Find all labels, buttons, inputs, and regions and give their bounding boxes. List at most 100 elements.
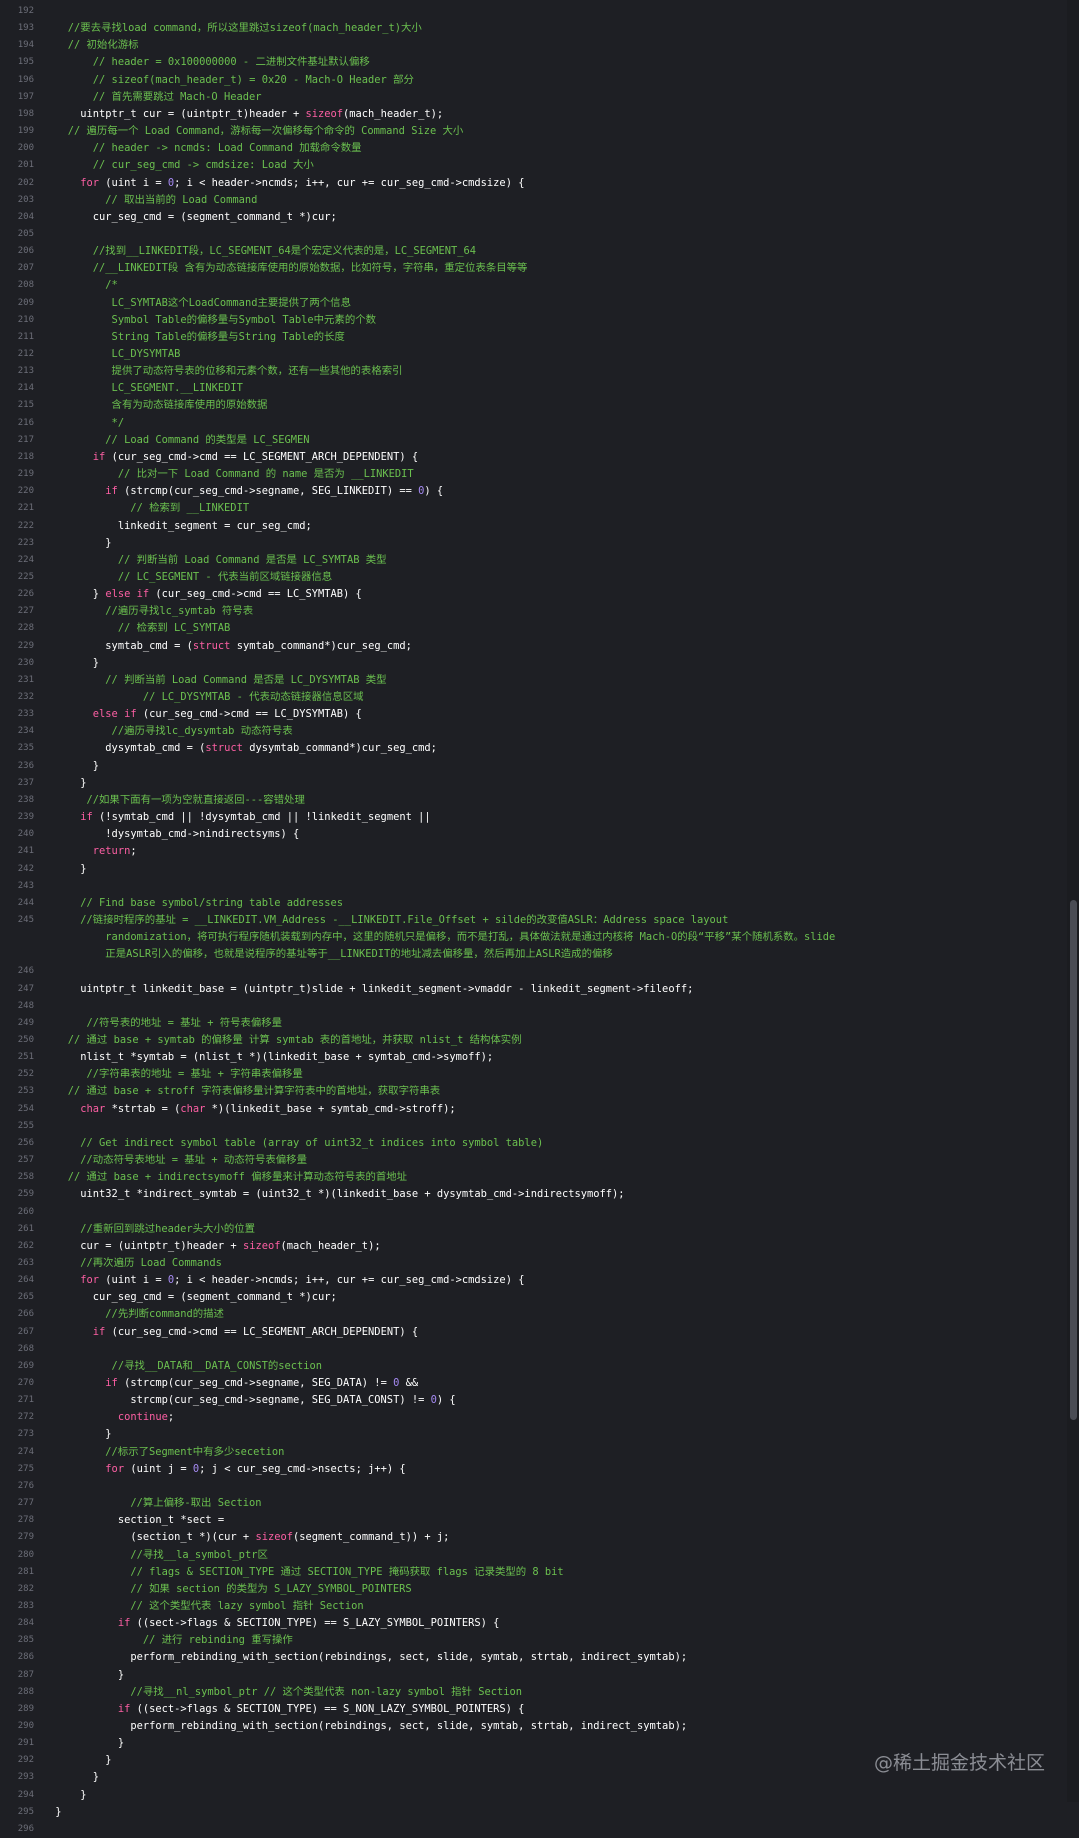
code-line: 272 continue; <box>0 1409 1066 1426</box>
line-number: 209 <box>17 297 34 308</box>
line-number: 281 <box>17 1566 34 1577</box>
code-token: if <box>49 450 106 463</box>
code-text: 提供了动态符号表的位移和元素个数，还有一些其他的表格索引 <box>49 363 403 380</box>
code-token: if <box>49 1702 131 1715</box>
line-number: 262 <box>17 1240 34 1251</box>
code-text: // 通过 base + symtab 的偏移量 计算 symtab 表的首地址… <box>49 1032 522 1049</box>
code-token: } <box>49 862 87 875</box>
code-line: 284 if ((sect->flags & SECTION_TYPE) == … <box>0 1615 1066 1632</box>
line-number: 227 <box>17 606 34 617</box>
code-text: // LC_SEGMENT - 代表当前区域链接器信息 <box>49 569 332 586</box>
line-number: 235 <box>17 743 34 754</box>
code-text: // 进行 rebinding 重写操作 <box>49 1632 293 1649</box>
code-token: uintptr_t linkedit_base = (uintptr_t)sli… <box>49 982 694 995</box>
code-text: symtab_cmd = (struct symtab_command*)cur… <box>49 638 412 655</box>
code-line: 285 // 进行 rebinding 重写操作 <box>0 1632 1066 1649</box>
line-number: 290 <box>17 1721 34 1731</box>
line-number: 256 <box>17 1137 34 1148</box>
line-number: 205 <box>17 228 34 239</box>
line-number: 200 <box>17 143 34 154</box>
line-number: 267 <box>17 1326 34 1337</box>
scrollbar-thumb[interactable] <box>1070 900 1077 1420</box>
code-token: //符号表的地址 = 基址 + 符号表偏移量 <box>49 1016 283 1029</box>
code-token: // flags & SECTION_TYPE 通过 SECTION_TYPE … <box>49 1565 564 1578</box>
code-token: } <box>49 1737 125 1750</box>
line-number: 259 <box>17 1189 34 1200</box>
code-token: (cur_seg_cmd->cmd == LC_SYMTAB) { <box>149 588 362 601</box>
code-token: } <box>49 656 100 669</box>
code-text: if (cur_seg_cmd->cmd == LC_SEGMENT_ARCH_… <box>49 1324 418 1341</box>
line-number: 201 <box>17 160 34 171</box>
code-text: if (strcmp(cur_seg_cmd->segname, SEG_DAT… <box>49 1375 418 1392</box>
line-number: 251 <box>17 1052 34 1063</box>
code-line: 261 //重新回到跳过header头大小的位置 <box>0 1221 1066 1238</box>
code-line: 193 //要去寻找load command，所以这里跳过sizeof(mach… <box>0 20 1066 37</box>
code-line: 246 <box>0 963 1066 980</box>
code-token: (strcmp(cur_seg_cmd->segname, SEG_LINKED… <box>117 485 419 498</box>
code-text: continue; <box>49 1409 174 1426</box>
code-token: (!symtab_cmd || !dysymtab_cmd || !linked… <box>92 811 431 824</box>
code-line: 214 LC_SEGMENT.__LINKEDIT <box>0 380 1066 397</box>
code-line: 262 cur = (uintptr_t)header + sizeof(mac… <box>0 1238 1066 1255</box>
code-text: cur_seg_cmd = (segment_command_t *)cur; <box>49 1289 337 1306</box>
code-token: linkedit_segment = cur_seg_cmd; <box>49 519 312 532</box>
code-token: //遍历寻找lc_symtab 符号表 <box>49 605 254 618</box>
code-line: 200 // header -> ncmds: Load Command 加载命… <box>0 140 1066 157</box>
code-text: //符号表的地址 = 基址 + 符号表偏移量 <box>49 1015 283 1032</box>
code-token: for <box>49 1274 100 1287</box>
code-token: strcmp(cur_seg_cmd->segname, SEG_DATA_CO… <box>49 1394 431 1407</box>
code-line: 263 //再次遍历 Load Commands <box>0 1255 1066 1272</box>
code-token: } <box>49 1805 62 1818</box>
code-token: return <box>49 845 131 858</box>
line-number: 206 <box>17 246 34 257</box>
line-number: 234 <box>17 726 34 737</box>
code-line: 225 // LC_SEGMENT - 代表当前区域链接器信息 <box>0 569 1066 586</box>
code-line: 279 (section_t *)(cur + sizeof(segment_c… <box>0 1529 1066 1546</box>
line-number: 265 <box>17 1292 34 1303</box>
code-token: else if <box>49 708 137 721</box>
line-number: 279 <box>17 1532 34 1543</box>
code-token: (mach_header_t); <box>343 107 444 120</box>
code-token: symtab_command*)cur_seg_cmd; <box>230 639 412 652</box>
code-text: section_t *sect = <box>49 1512 224 1529</box>
code-text: // 检索到 __LINKEDIT <box>49 500 249 517</box>
line-number: 214 <box>17 383 34 394</box>
code-token: (uint j = <box>124 1462 193 1475</box>
code-token: } <box>49 1428 112 1441</box>
code-text: // 判断当前 Load Command 是否是 LC_SYMTAB 类型 <box>49 552 387 569</box>
code-text: 正是ASLR引入的偏移，也就是说程序的基址等于__LINKEDIT的地址减去偏移… <box>49 946 612 963</box>
code-line: 238 //如果下面有一项为空就直接返回---容错处理 <box>0 792 1066 809</box>
code-token: // 通过 base + symtab 的偏移量 计算 symtab 表的首地址… <box>49 1034 522 1046</box>
code-line: 275 for (uint j = 0; j < cur_seg_cmd->ns… <box>0 1461 1066 1478</box>
line-number: 199 <box>17 126 34 137</box>
code-token: if <box>49 811 93 824</box>
code-text: for (uint j = 0; j < cur_seg_cmd->nsects… <box>49 1461 405 1478</box>
line-number: 224 <box>17 554 34 565</box>
line-number: 273 <box>17 1429 34 1440</box>
code-text: // 通过 base + indirectsymoff 偏移量来计算动态符号表的… <box>49 1169 407 1186</box>
code-token: // 首先需要跳过 Mach-O Header <box>49 90 262 103</box>
code-token: } <box>49 536 112 549</box>
code-line: 274 //标示了Segment中有多少secetion <box>0 1444 1066 1461</box>
code-editor[interactable]: 192 193 //要去寻找load command，所以这里跳过sizeof(m… <box>0 0 1079 1834</box>
line-number: 204 <box>17 211 34 222</box>
code-token: sizeof <box>242 1239 281 1252</box>
code-token: */ <box>49 416 125 429</box>
code-token: sizeof <box>305 107 344 120</box>
code-line: 204 cur_seg_cmd = (segment_command_t *)c… <box>0 209 1066 226</box>
line-number: 226 <box>17 589 34 600</box>
line-number: 250 <box>17 1035 34 1045</box>
code-text: //寻找__DATA和__DATA_CONST的section <box>49 1358 322 1375</box>
code-token: } <box>49 776 87 789</box>
code-token: ((sect->flags & SECTION_TYPE) == S_LAZY_… <box>130 1617 500 1630</box>
code-line: 260 <box>0 1204 1066 1221</box>
code-line: 290 perform_rebinding_with_section(rebin… <box>0 1718 1066 1735</box>
code-token: for <box>49 176 100 189</box>
code-line: 221 // 检索到 __LINKEDIT <box>0 500 1066 517</box>
line-number: 294 <box>17 1789 34 1800</box>
code-line: 198 uintptr_t cur = (uintptr_t)header + … <box>0 106 1066 123</box>
code-line: 244 // Find base symbol/string table add… <box>0 895 1066 912</box>
code-token: // 通过 base + stroff 字符表偏移量计算字符表中的首地址，获取字… <box>49 1085 441 1098</box>
vertical-scrollbar[interactable] <box>1067 0 1079 1802</box>
line-number: 269 <box>17 1360 34 1371</box>
